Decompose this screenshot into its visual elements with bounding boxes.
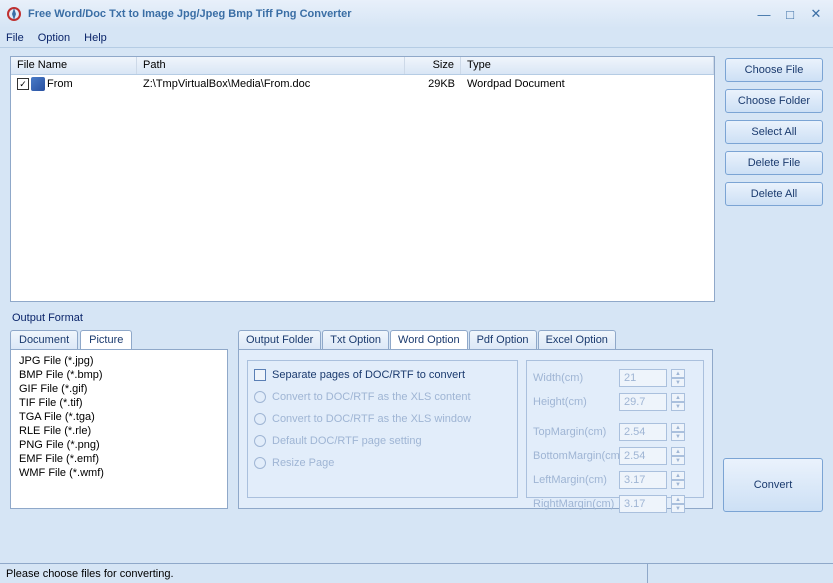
radio-icon	[254, 413, 266, 425]
opt-separate-pages[interactable]: Separate pages of DOC/RTF to convert	[254, 369, 511, 381]
list-item[interactable]: EMF File (*.emf)	[11, 452, 227, 466]
status-divider	[647, 564, 827, 583]
checkbox-icon[interactable]	[254, 369, 266, 381]
menu-file[interactable]: File	[6, 32, 24, 44]
list-item[interactable]: RLE File (*.rle)	[11, 424, 227, 438]
row-checkbox[interactable]: ✓	[17, 78, 29, 90]
list-item[interactable]: TGA File (*.tga)	[11, 410, 227, 424]
height-input	[619, 393, 667, 411]
maximize-button[interactable]: □	[779, 5, 801, 23]
tab-pdf-option[interactable]: Pdf Option	[469, 330, 537, 349]
output-format-label: Output Format	[12, 312, 823, 324]
list-item[interactable]: JPG File (*.jpg)	[11, 354, 227, 368]
file-list[interactable]: File Name Path Size Type ✓ From Z:\TmpVi…	[10, 56, 715, 302]
radio-icon	[254, 435, 266, 447]
row-filename: From	[47, 78, 73, 90]
topmargin-label: TopMargin(cm)	[533, 426, 615, 438]
opt-xls-content: Convert to DOC/RTF as the XLS content	[254, 391, 511, 403]
list-item[interactable]: TIF File (*.tif)	[11, 396, 227, 410]
select-all-button[interactable]: Select All	[725, 120, 823, 144]
tab-document[interactable]: Document	[10, 330, 78, 349]
rightmargin-input	[619, 495, 667, 513]
spinner: ▲▼	[671, 393, 685, 411]
row-type: Wordpad Document	[461, 77, 714, 91]
bottommargin-input	[619, 447, 667, 465]
doc-icon	[31, 77, 45, 91]
row-path: Z:\TmpVirtualBox\Media\From.doc	[137, 77, 405, 91]
opt-resize-page: Resize Page	[254, 457, 511, 469]
spinner: ▲▼	[671, 495, 685, 513]
menu-bar: File Option Help	[0, 28, 833, 48]
choose-file-button[interactable]: Choose File	[725, 58, 823, 82]
menu-option[interactable]: Option	[38, 32, 70, 44]
list-item[interactable]: PNG File (*.png)	[11, 438, 227, 452]
spinner: ▲▼	[671, 369, 685, 387]
col-type[interactable]: Type	[461, 57, 714, 74]
height-label: Height(cm)	[533, 396, 615, 408]
col-filename[interactable]: File Name	[11, 57, 137, 74]
leftmargin-label: LeftMargin(cm)	[533, 474, 615, 486]
window-title: Free Word/Doc Txt to Image Jpg/Jpeg Bmp …	[28, 8, 749, 20]
rightmargin-label: RightMargin(cm)	[533, 498, 615, 510]
col-size[interactable]: Size	[405, 57, 461, 74]
menu-help[interactable]: Help	[84, 32, 107, 44]
list-item[interactable]: BMP File (*.bmp)	[11, 368, 227, 382]
format-listbox[interactable]: JPG File (*.jpg) BMP File (*.bmp) GIF Fi…	[10, 349, 228, 509]
bottommargin-label: BottomMargin(cm)	[533, 450, 615, 462]
status-text: Please choose files for converting.	[6, 568, 174, 580]
status-bar: Please choose files for converting.	[0, 563, 833, 583]
tab-output-folder[interactable]: Output Folder	[238, 330, 321, 349]
list-item[interactable]: WMF File (*.wmf)	[11, 466, 227, 480]
radio-icon	[254, 391, 266, 403]
file-row[interactable]: ✓ From Z:\TmpVirtualBox\Media\From.doc 2…	[11, 75, 714, 93]
row-size: 29KB	[405, 77, 461, 91]
leftmargin-input	[619, 471, 667, 489]
choose-folder-button[interactable]: Choose Folder	[725, 89, 823, 113]
opt-default-page: Default DOC/RTF page setting	[254, 435, 511, 447]
minimize-button[interactable]: —	[753, 5, 775, 23]
list-item[interactable]: GIF File (*.gif)	[11, 382, 227, 396]
width-label: Width(cm)	[533, 372, 615, 384]
tab-word-option[interactable]: Word Option	[390, 330, 468, 349]
opt-xls-window: Convert to DOC/RTF as the XLS window	[254, 413, 511, 425]
tab-picture[interactable]: Picture	[80, 330, 132, 349]
spinner: ▲▼	[671, 423, 685, 441]
spinner: ▲▼	[671, 447, 685, 465]
delete-file-button[interactable]: Delete File	[725, 151, 823, 175]
tab-excel-option[interactable]: Excel Option	[538, 330, 616, 349]
tab-txt-option[interactable]: Txt Option	[322, 330, 389, 349]
spinner: ▲▼	[671, 471, 685, 489]
file-list-header: File Name Path Size Type	[11, 57, 714, 75]
delete-all-button[interactable]: Delete All	[725, 182, 823, 206]
radio-icon	[254, 457, 266, 469]
app-logo-icon	[6, 6, 22, 22]
col-path[interactable]: Path	[137, 57, 405, 74]
title-bar: Free Word/Doc Txt to Image Jpg/Jpeg Bmp …	[0, 0, 833, 28]
close-button[interactable]: ✕	[805, 5, 827, 23]
topmargin-input	[619, 423, 667, 441]
width-input	[619, 369, 667, 387]
convert-button[interactable]: Convert	[723, 458, 823, 512]
